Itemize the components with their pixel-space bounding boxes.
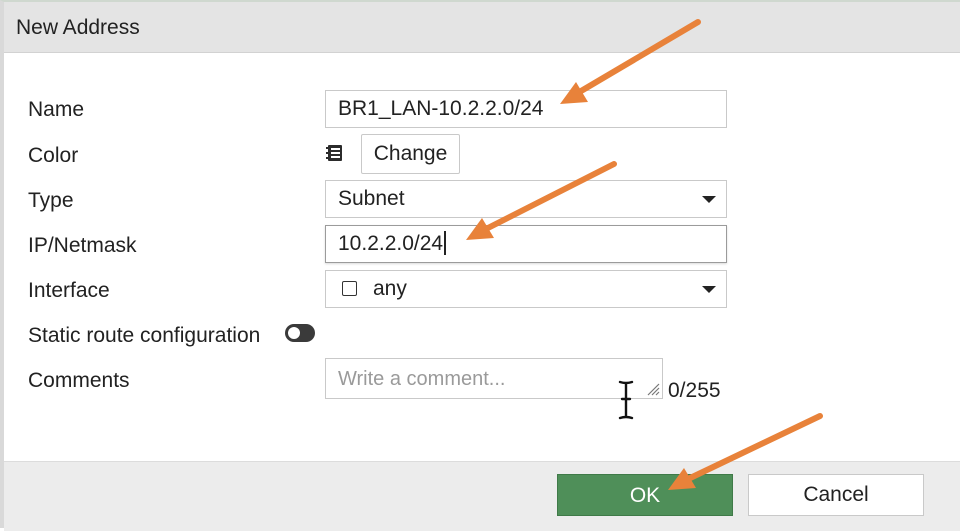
- ip-netmask-input[interactable]: 10.2.2.0/24: [325, 225, 727, 263]
- dialog-titlebar: New Address: [4, 2, 960, 53]
- change-color-button[interactable]: Change: [361, 134, 460, 174]
- color-swatch-icon: [326, 145, 342, 161]
- interface-label: Interface: [28, 279, 110, 302]
- name-input-value: BR1_LAN-10.2.2.0/24: [338, 97, 544, 120]
- text-caret: [444, 231, 447, 255]
- comments-label: Comments: [28, 369, 130, 392]
- new-address-dialog: New Address Name BR1_LAN-10.2.2.0/24 Col…: [0, 0, 960, 531]
- dialog-title: New Address: [16, 16, 140, 39]
- interface-checkbox[interactable]: [342, 281, 357, 296]
- static-route-toggle[interactable]: [285, 324, 315, 342]
- cancel-button[interactable]: Cancel: [748, 474, 924, 516]
- type-label: Type: [28, 189, 74, 212]
- annotation-arrows: [466, 19, 823, 490]
- color-label: Color: [28, 144, 79, 167]
- comments-textarea[interactable]: Write a comment...: [325, 358, 663, 399]
- type-select-value: Subnet: [338, 187, 405, 210]
- comments-char-count: 0/255: [668, 379, 721, 402]
- resize-grip-icon[interactable]: [644, 380, 660, 396]
- dialog-footer: OK Cancel: [4, 461, 960, 531]
- chevron-down-icon: [702, 286, 716, 293]
- name-label: Name: [28, 98, 85, 121]
- chevron-down-icon: [702, 196, 716, 203]
- type-select[interactable]: Subnet: [325, 180, 727, 218]
- toggle-knob: [288, 327, 300, 339]
- comments-placeholder: Write a comment...: [338, 368, 506, 390]
- ip-netmask-input-value: 10.2.2.0/24: [338, 232, 444, 255]
- static-route-label: Static route configuration: [28, 324, 261, 347]
- ip-netmask-label: IP/Netmask: [28, 234, 137, 257]
- text-cursor-icon: [618, 380, 634, 420]
- interface-select-value: any: [373, 277, 407, 300]
- interface-select[interactable]: any: [325, 270, 727, 308]
- ok-button[interactable]: OK: [557, 474, 733, 516]
- name-input[interactable]: BR1_LAN-10.2.2.0/24: [325, 90, 727, 128]
